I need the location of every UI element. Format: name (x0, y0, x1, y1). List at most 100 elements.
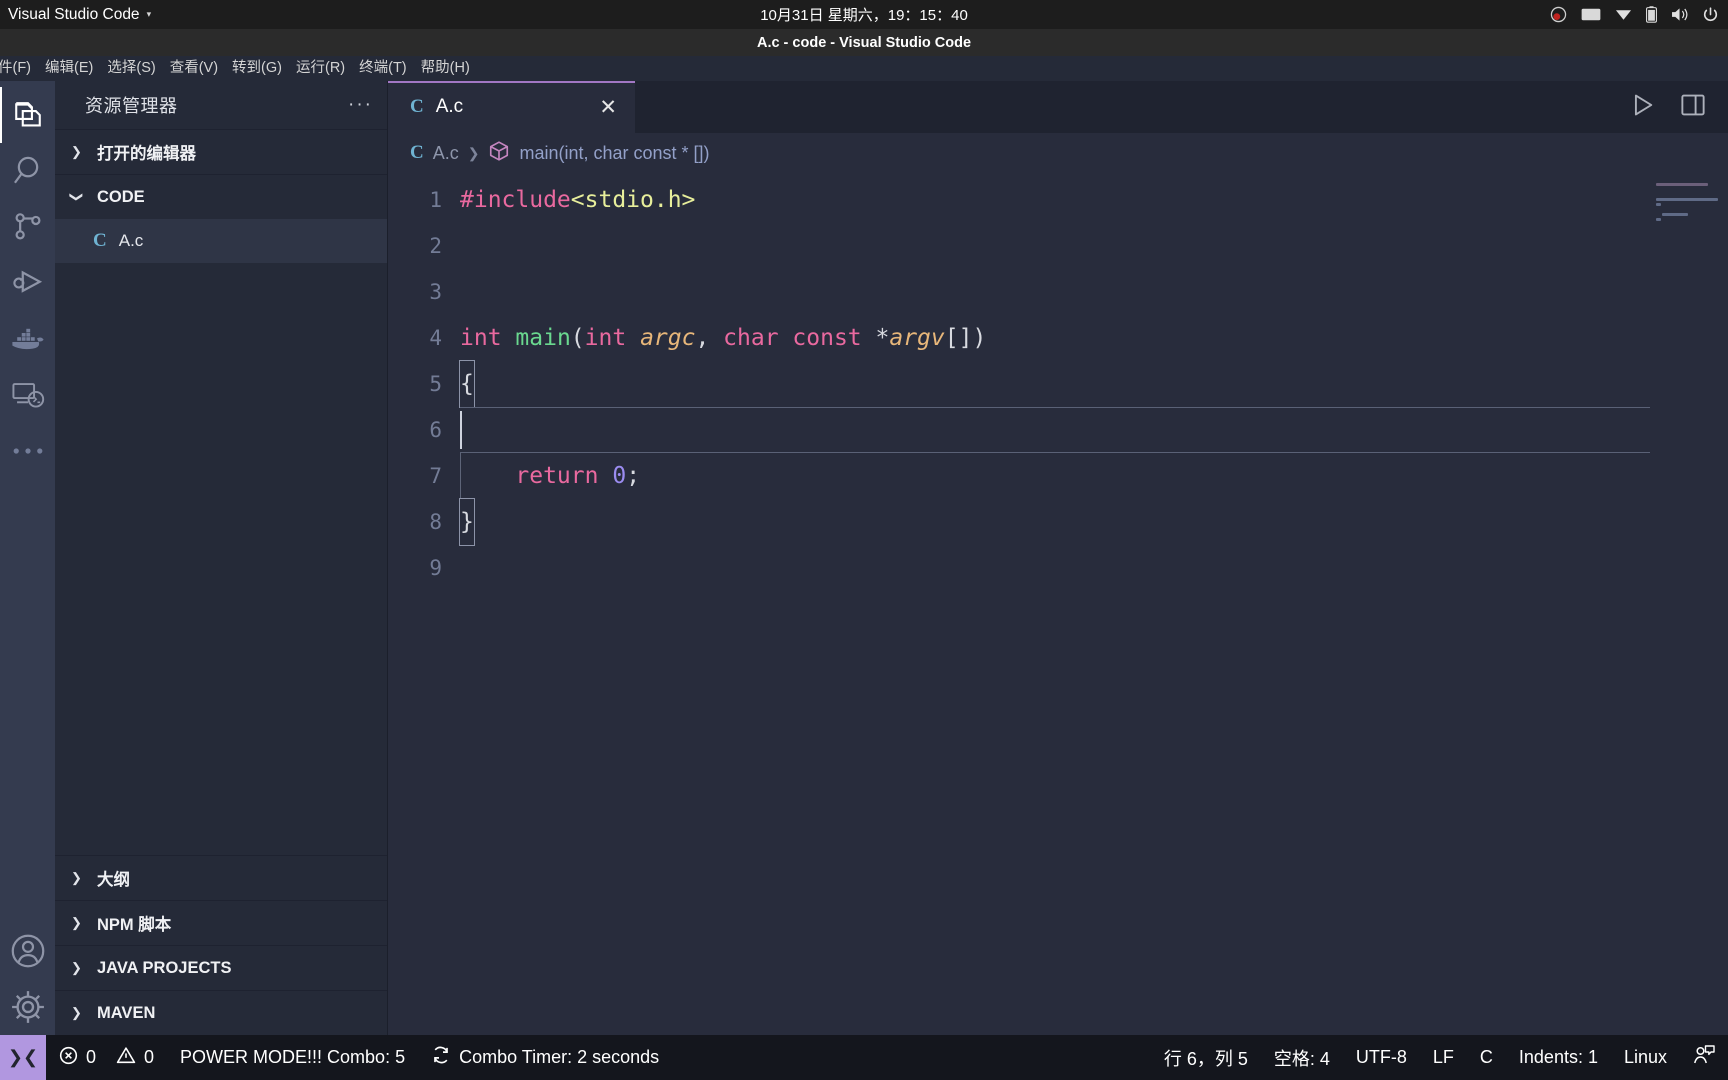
code-line-4: 4 int main(int argc, char const *argv[]) (388, 315, 1728, 361)
editor-tab-a-c[interactable]: C A.c ✕ (388, 81, 635, 133)
tab-label: A.c (435, 96, 464, 117)
chevron-right-icon (71, 870, 87, 886)
code-line-5: 5 { (388, 360, 1728, 408)
status-encoding[interactable]: UTF-8 (1343, 1035, 1420, 1080)
c-file-icon: C (410, 96, 424, 117)
file-name: A.c (118, 231, 144, 250)
line-number: 2 (429, 234, 442, 258)
status-problems[interactable]: 0 0 (46, 1035, 167, 1080)
status-power-mode[interactable]: POWER MODE!!! Combo: 5 (167, 1035, 418, 1080)
sidebar-more-actions-icon[interactable]: ··· (348, 94, 373, 116)
editor-group: C A.c ✕ C A.c ❯ main(int, char const * [… (388, 81, 1728, 1035)
keyboard-icon[interactable] (1581, 8, 1601, 21)
status-language-mode[interactable]: C (1467, 1035, 1506, 1080)
settings-gear-icon[interactable] (0, 979, 55, 1035)
os-app-menu[interactable]: Visual Studio Code ▾ (0, 6, 151, 24)
split-editor-icon[interactable] (1680, 92, 1706, 123)
token-argc: argc (640, 325, 696, 351)
menu-item-run[interactable]: 运行(R) (289, 56, 352, 81)
explorer-sidebar: 资源管理器 ··· 打开的编辑器 CODE C A.c 大纲 (55, 81, 388, 1035)
more-views-icon[interactable] (0, 423, 55, 479)
status-feedback[interactable] (1680, 1035, 1728, 1080)
warning-count: 0 (144, 1047, 155, 1067)
status-cursor-position[interactable]: 行 6，列 5 (1151, 1035, 1261, 1080)
token-star: * (861, 325, 890, 351)
window-title: A.c - code - Visual Studio Code (0, 29, 1728, 56)
sidebar-section-label: 大纲 (97, 871, 130, 889)
chevron-right-icon (71, 960, 87, 976)
c-file-icon: C (93, 230, 107, 251)
code-line-2: 2 (388, 223, 1728, 269)
feedback-person-icon (1693, 1045, 1715, 1070)
token-close-brace: } (459, 498, 475, 546)
chevron-right-icon: ❯ (467, 144, 480, 161)
account-icon[interactable] (0, 923, 55, 979)
sidebar-title: 资源管理器 (85, 96, 178, 116)
status-platform[interactable]: Linux (1611, 1035, 1680, 1080)
status-indentation[interactable]: 空格: 4 (1261, 1035, 1343, 1080)
obs-icon[interactable] (1550, 6, 1567, 23)
menu-item-file[interactable]: 件(F) (0, 56, 38, 81)
sidebar-section-label: MAVEN (97, 1003, 156, 1022)
token-main: main (515, 325, 571, 351)
token-const: const (792, 325, 862, 351)
breadcrumb-file[interactable]: A.c (433, 143, 459, 164)
sidebar-section-npm-scripts[interactable]: NPM 脚本 (55, 900, 387, 945)
search-icon[interactable] (0, 143, 55, 199)
menu-item-edit[interactable]: 编辑(E) (38, 56, 100, 81)
token-semicolon: ; (626, 463, 641, 489)
docker-icon[interactable] (0, 311, 55, 367)
menu-item-terminal[interactable]: 终端(T) (352, 56, 414, 81)
os-clock[interactable]: 10月31日 星期六，19：15：40 (760, 4, 968, 25)
code-text: #include<stdio.h> (460, 177, 695, 223)
volume-icon[interactable] (1671, 7, 1689, 22)
line-number: 3 (429, 280, 442, 304)
menu-item-help[interactable]: 帮助(H) (414, 56, 477, 81)
code-line-3: 3 (388, 269, 1728, 315)
token-include: #include (460, 187, 571, 213)
battery-icon[interactable] (1646, 6, 1657, 23)
status-eol[interactable]: LF (1420, 1035, 1467, 1080)
token-header: <stdio.h> (570, 187, 696, 213)
sidebar-section-java-projects[interactable]: JAVA PROJECTS (55, 945, 387, 990)
token-comma: , (695, 325, 724, 351)
line-number: 5 (429, 372, 442, 396)
remote-explorer-icon[interactable] (0, 367, 55, 423)
close-icon[interactable]: ✕ (599, 97, 617, 118)
network-icon[interactable] (1615, 8, 1632, 22)
menu-item-go[interactable]: 转到(G) (225, 56, 289, 81)
chevron-right-icon (71, 1005, 87, 1021)
menu-bar: 件(F) 编辑(E) 选择(S) 查看(V) 转到(G) 运行(R) 终端(T)… (0, 56, 1728, 81)
menu-item-selection[interactable]: 选择(S) (100, 56, 162, 81)
symbol-cube-icon (488, 140, 510, 167)
sidebar-section-label: 打开的编辑器 (97, 145, 196, 163)
chevron-right-icon (71, 144, 87, 160)
code-editor[interactable]: 1 #include<stdio.h> 2 3 4 int main(int a… (388, 173, 1728, 1035)
sidebar-section-workspace[interactable]: CODE (55, 174, 387, 219)
file-tree-item-a-c[interactable]: C A.c (55, 219, 387, 263)
text-caret (460, 411, 462, 449)
menu-item-view[interactable]: 查看(V) (163, 56, 225, 81)
power-icon[interactable] (1703, 6, 1718, 23)
sync-icon (431, 1045, 451, 1070)
remote-host-indicator[interactable]: ❯❮ (0, 1035, 46, 1080)
file-tree: C A.c (55, 219, 387, 855)
status-indents[interactable]: Indents: 1 (1506, 1035, 1611, 1080)
current-line-top-border (460, 407, 1692, 408)
run-code-icon[interactable] (1630, 92, 1656, 123)
combo-timer-label: Combo Timer: 2 seconds (459, 1047, 660, 1067)
sidebar-section-outline[interactable]: 大纲 (55, 855, 387, 900)
sidebar-section-maven[interactable]: MAVEN (55, 990, 387, 1035)
minimap[interactable] (1650, 173, 1728, 1035)
explorer-icon[interactable] (0, 87, 55, 143)
code-line-6: 6 (388, 407, 1728, 453)
run-and-debug-icon[interactable] (0, 255, 55, 311)
line-number: 4 (429, 326, 442, 350)
activity-bar (0, 81, 55, 1035)
breadcrumb-symbol[interactable]: main(int, char const * []) (519, 143, 709, 164)
source-control-icon[interactable] (0, 199, 55, 255)
sidebar-section-open-editors[interactable]: 打开的编辑器 (55, 129, 387, 174)
status-combo-timer[interactable]: Combo Timer: 2 seconds (418, 1035, 672, 1080)
